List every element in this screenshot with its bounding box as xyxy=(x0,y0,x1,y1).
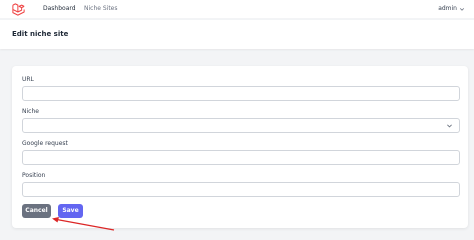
chevron-down-icon xyxy=(447,124,452,128)
user-menu[interactable]: admin xyxy=(438,4,465,13)
google-request-label: Google request xyxy=(22,140,68,147)
url-label: URL xyxy=(22,76,34,83)
page-title: Edit niche site xyxy=(12,30,69,38)
google-request-input[interactable] xyxy=(22,150,460,165)
nav-link-dashboard[interactable]: Dashboard xyxy=(43,5,76,13)
page-header xyxy=(0,20,474,49)
top-navbar: Dashboard Niche Sites admin xyxy=(0,0,474,19)
position-input[interactable] xyxy=(22,182,460,197)
url-input[interactable] xyxy=(22,86,460,101)
niche-label: Niche xyxy=(22,108,39,115)
niche-select[interactable] xyxy=(22,118,460,133)
user-name: admin xyxy=(438,5,457,12)
chevron-down-icon xyxy=(459,7,465,11)
cancel-button[interactable]: Cancel xyxy=(22,204,51,218)
laravel-logo-icon[interactable] xyxy=(11,2,26,17)
nav-link-niche-sites[interactable]: Niche Sites xyxy=(84,5,118,13)
annotation-arrow-icon xyxy=(52,217,115,231)
position-label: Position xyxy=(22,172,46,179)
